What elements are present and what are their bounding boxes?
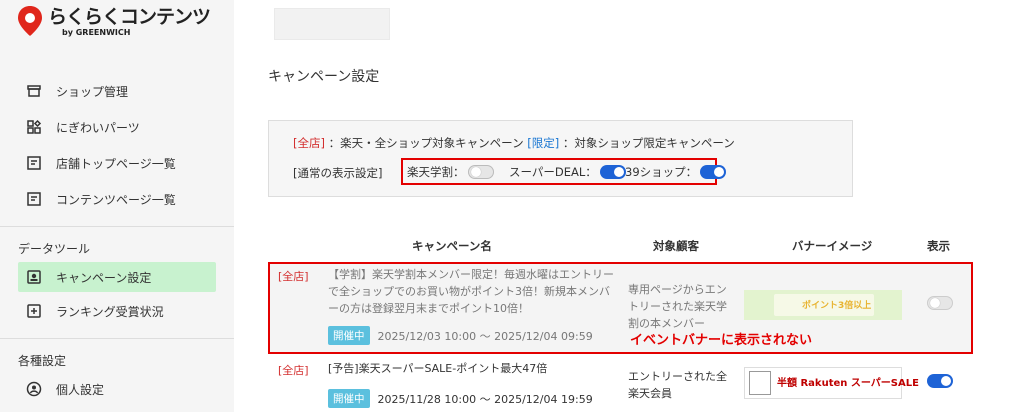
sidebar-item-label: 個人設定 — [56, 382, 105, 397]
sidebar-item-label: にぎわいパーツ — [56, 120, 140, 135]
row-target: 専用ページからエントリーされた楽天学割の本メンバー — [628, 283, 727, 330]
toggle-39shop[interactable] — [700, 165, 727, 179]
app-logo[interactable]: らくらくコンテンツ by GREENWICH — [18, 6, 211, 46]
display-toggle-row1[interactable] — [927, 296, 953, 310]
toggle-superdeal[interactable] — [599, 165, 626, 179]
sidebar-item-personal-settings[interactable]: 個人設定 — [18, 374, 216, 404]
parts-icon — [26, 119, 42, 135]
sidebar-item-parts[interactable]: にぎわいパーツ — [18, 112, 216, 142]
header-campaign-name: キャンペーン名 — [412, 239, 492, 253]
display-toggles-highlight: 楽天学割： スーパーDEAL： 39ショップ： — [401, 158, 727, 185]
logo-main-text: らくらくコンテンツ — [48, 6, 211, 28]
all-desc: ：楽天・全ショップ対象キャンペーン — [328, 136, 524, 150]
person-icon — [26, 381, 42, 397]
sidebar-item-label: 店舗トップページ一覧 — [56, 156, 176, 171]
sidebar-item-label: コンテンツページ一覧 — [56, 192, 176, 207]
section-data-tools: データツール — [18, 242, 91, 256]
row-status: 開催中 2025/11/28 10:00 〜 2025/12/04 19:59 — [328, 389, 593, 408]
sidebar-item-campaign[interactable]: キャンペーン設定 — [18, 262, 216, 292]
banner-text: 半額 Rakuten スーパーSALE — [777, 378, 919, 389]
toggle-gakuwari[interactable] — [467, 165, 494, 179]
sidebar: らくらくコンテンツ by GREENWICH ショップ管理 にぎわいパーツ 店舗… — [0, 0, 234, 412]
store-icon — [26, 83, 42, 99]
sidebar-item-shop[interactable]: ショップ管理 — [18, 76, 216, 106]
banner-text: ポイント3倍以上 — [802, 301, 872, 311]
display-toggle-row2[interactable] — [927, 374, 953, 388]
legend-row-tags: [全店] ：楽天・全ショップ対象キャンペーン [限定] ：対象ショップ限定キャン… — [293, 135, 735, 151]
status-badge: 開催中 — [328, 326, 370, 345]
page-icon — [26, 191, 42, 207]
logo-pin-icon — [18, 6, 42, 36]
row-target: エントリーされた全楽天会員 — [628, 370, 727, 400]
sidebar-divider — [0, 226, 234, 227]
all-tag: [全店] — [293, 136, 325, 150]
row-status: 開催中 2025/12/03 10:00 〜 2025/12/04 09:59 — [328, 326, 593, 345]
sidebar-item-label: ランキング受賞状況 — [56, 304, 164, 319]
sidebar-item-ranking[interactable]: ランキング受賞状況 — [18, 296, 216, 326]
header-target: 対象顧客 — [653, 239, 699, 253]
ranking-icon — [26, 303, 42, 319]
sidebar-item-label: キャンペーン設定 — [56, 270, 152, 285]
row-tag: [全店] — [278, 364, 309, 377]
annotation-note: イベントバナーに表示されない — [630, 333, 813, 348]
toggle-superdeal-group: スーパーDEAL： — [509, 164, 626, 180]
toggle-label: スーパーDEAL： — [509, 165, 597, 179]
limited-desc: ：対象ショップ限定キャンペーン — [562, 136, 735, 150]
section-settings: 各種設定 — [18, 354, 67, 368]
logo-sub-text: by GREENWICH — [62, 28, 131, 37]
limited-tag: [限定] — [527, 136, 560, 150]
toggle-label: 39ショップ： — [625, 165, 698, 179]
row-title[interactable]: 【学割】楽天学割本メンバー限定！毎週水曜はエントリーで全ショップでのお買い物がポ… — [328, 266, 614, 317]
shop-selector-placeholder[interactable] — [274, 8, 390, 40]
campaign-icon — [26, 269, 42, 285]
header-banner: バナーイメージ — [792, 239, 873, 253]
display-setting-label: [通常の表示設定] — [293, 166, 383, 180]
sidebar-item-label: ショップ管理 — [56, 84, 129, 99]
banner-image-supersale: 半額 Rakuten スーパーSALE — [744, 367, 919, 399]
row-tag: [全店] — [278, 270, 309, 283]
banner-image-gakuwari: ポイント3倍以上 — [744, 290, 902, 320]
sidebar-item-content-pages[interactable]: コンテンツページ一覧 — [18, 184, 216, 214]
toggle-39shop-group: 39ショップ： — [625, 164, 727, 180]
row-period: 2025/12/03 10:00 〜 2025/12/04 09:59 — [377, 329, 593, 343]
sidebar-divider — [0, 338, 234, 339]
status-badge: 開催中 — [328, 389, 370, 408]
row-period: 2025/11/28 10:00 〜 2025/12/04 19:59 — [377, 392, 593, 406]
toggle-label: 楽天学割： — [407, 165, 465, 179]
header-display: 表示 — [927, 239, 950, 253]
page-icon — [26, 155, 42, 171]
page-title: キャンペーン設定 — [268, 69, 380, 85]
row-title[interactable]: [予告]楽天スーパーSALE-ポイント最大47倍 — [328, 360, 614, 377]
toggle-gakuwari-group: 楽天学割： — [407, 164, 494, 180]
sidebar-item-top-pages[interactable]: 店舗トップページ一覧 — [18, 148, 216, 178]
